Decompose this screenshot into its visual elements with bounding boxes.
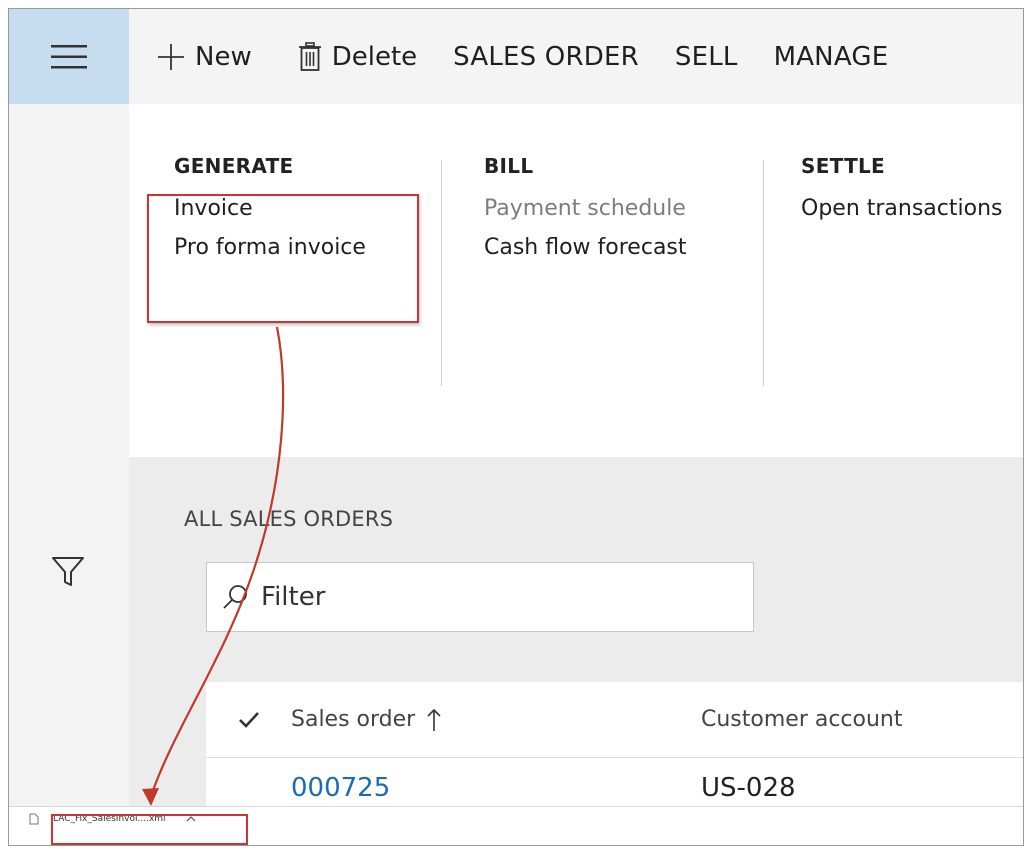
filter-pane-button[interactable] — [51, 555, 85, 593]
tab-manage[interactable]: MANAGE — [774, 42, 889, 72]
group-divider — [763, 160, 764, 386]
column-header-customer-account[interactable]: Customer account — [701, 707, 903, 732]
file-icon — [29, 813, 39, 825]
invoice-highlight-box — [147, 194, 419, 323]
tab-sales-order[interactable]: SALES ORDER — [453, 42, 639, 72]
sort-ascending-icon — [427, 708, 441, 731]
app-window: New Delete SALES ORDER SELL MANAGE GENER… — [8, 8, 1024, 846]
new-label: New — [195, 41, 252, 72]
cash-flow-forecast-button[interactable]: Cash flow forecast — [484, 235, 687, 260]
trash-icon — [298, 41, 321, 71]
group-header: BILL — [484, 154, 534, 178]
filter-input[interactable] — [259, 581, 723, 613]
hamburger-menu-button[interactable] — [9, 9, 129, 104]
new-button[interactable]: New — [157, 42, 252, 72]
customer-account-cell: US-028 — [701, 773, 796, 803]
payment-schedule-button[interactable]: Payment schedule — [484, 196, 687, 221]
download-bar: LAC_Fix_SalesInvoi....xml — [9, 806, 1023, 845]
delete-label: Delete — [331, 41, 418, 72]
hamburger-icon — [51, 44, 87, 68]
checkmark-icon — [238, 711, 259, 728]
group-header: SETTLE — [801, 154, 886, 178]
action-pane: New Delete SALES ORDER SELL MANAGE — [129, 9, 1023, 104]
sales-order-link[interactable]: 000725 — [291, 773, 390, 803]
group-bill: BILL Payment schedule Cash flow forecast — [484, 154, 687, 260]
plus-icon — [158, 43, 184, 70]
group-divider — [441, 160, 442, 386]
group-header: GENERATE — [174, 154, 294, 178]
sales-order-list: ALL SALES ORDERS Sales order — [129, 457, 1023, 845]
select-all-checkbox[interactable] — [206, 711, 291, 729]
funnel-icon — [52, 557, 84, 586]
filter-field[interactable] — [206, 562, 754, 632]
column-header-sales-order[interactable]: Sales order — [291, 707, 701, 732]
open-transactions-button[interactable]: Open transactions — [801, 196, 1003, 221]
left-nav — [9, 9, 129, 845]
column-label: Sales order — [291, 707, 416, 732]
download-highlight-box — [51, 814, 248, 845]
grid-header-row: Sales order Customer account — [206, 682, 1023, 758]
delete-button[interactable]: Delete — [298, 42, 417, 72]
tab-sell[interactable]: SELL — [675, 42, 738, 72]
group-settle: SETTLE Open transactions — [801, 154, 1003, 221]
list-title: ALL SALES ORDERS — [184, 507, 394, 531]
search-icon — [223, 585, 247, 609]
